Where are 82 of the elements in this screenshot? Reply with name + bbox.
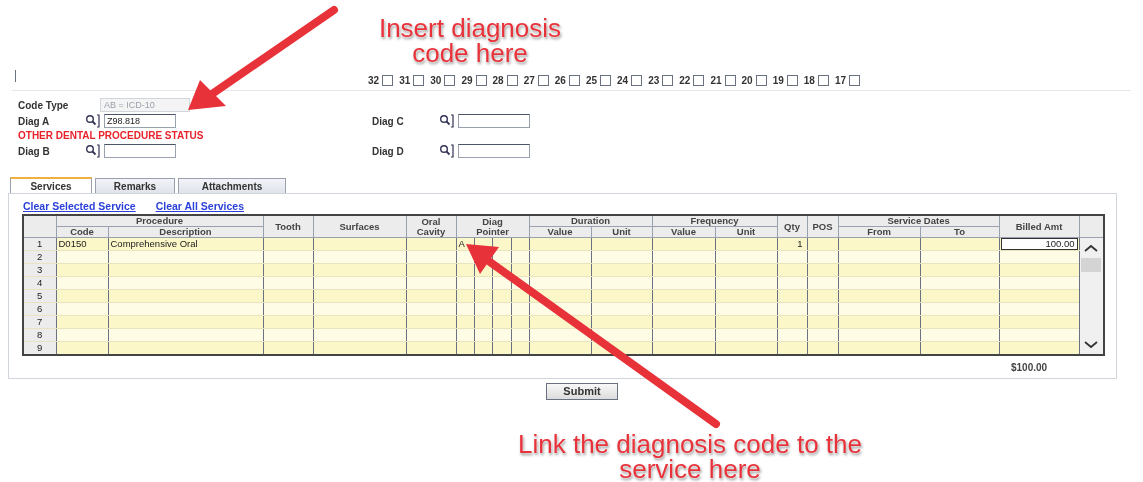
tooth-number: 28: [492, 73, 504, 88]
diagnosis-field[interactable]: [104, 144, 176, 158]
checkbox[interactable]: [506, 74, 518, 86]
field-label: Diag D: [372, 144, 405, 159]
scroll-up-icon[interactable]: [1083, 244, 1100, 253]
checkbox[interactable]: [724, 74, 736, 86]
checkbox[interactable]: [755, 74, 767, 86]
field-label: Diag C: [372, 114, 405, 129]
scrollbar-thumb[interactable]: [1081, 258, 1102, 272]
checkbox[interactable]: [849, 74, 860, 86]
checkbox[interactable]: [662, 74, 674, 86]
column-header: Surfaces: [313, 215, 406, 238]
field-label: Code Type: [18, 98, 70, 113]
checkbox[interactable]: [786, 74, 798, 86]
table-cell: D0150: [58, 238, 87, 249]
search-icon[interactable]: [85, 114, 100, 128]
tooth-number: 26: [554, 73, 566, 88]
tooth-number: 25: [585, 73, 597, 88]
column-header: Duration: [529, 215, 652, 227]
tooth-number: 19: [772, 73, 784, 88]
tooth-number: 30: [430, 73, 442, 88]
submit-button[interactable]: Submit: [546, 383, 618, 400]
tab[interactable]: Remarks: [95, 178, 175, 193]
diagnosis-description: OTHER DENTAL PROCEDURE STATUS: [18, 129, 205, 143]
search-icon[interactable]: [439, 144, 454, 158]
checkbox[interactable]: [475, 74, 487, 86]
column-header: Procedure: [56, 215, 263, 227]
column-header: Billed Amt: [999, 215, 1080, 238]
column-header: Description: [108, 226, 263, 238]
column-header: Service Dates: [838, 215, 1000, 227]
checkbox[interactable]: [631, 74, 643, 86]
tooth-number: 23: [648, 73, 660, 88]
column-header: Unit: [591, 226, 652, 238]
checkbox[interactable]: [817, 74, 829, 86]
diagnosis-field[interactable]: [458, 144, 530, 158]
column-header: Qty: [777, 215, 808, 238]
billed-amount-field[interactable]: 100.00: [1000, 238, 1078, 250]
diagnosis-field[interactable]: [458, 114, 530, 128]
tab[interactable]: Services: [10, 177, 92, 193]
callout-text: Insert diagnosis code here: [377, 16, 563, 66]
checkbox[interactable]: [444, 74, 456, 86]
column-header: Value: [652, 226, 715, 238]
search-icon[interactable]: [85, 144, 100, 158]
tooth-number: 32: [368, 73, 380, 88]
column-header: Code: [56, 226, 108, 238]
diag-pointer: A: [458, 238, 465, 249]
field-label: Diag B: [18, 144, 51, 159]
table-cell: 1: [797, 238, 803, 249]
column-header: Frequency: [652, 215, 778, 227]
checkbox[interactable]: [537, 74, 549, 86]
tooth-number: 20: [741, 73, 753, 88]
tooth-number: 29: [461, 73, 473, 88]
tab[interactable]: Attachments: [178, 178, 286, 193]
tooth-number: 31: [399, 73, 411, 88]
column-header: From: [838, 226, 921, 238]
link[interactable]: Clear All Services: [155, 199, 244, 214]
tooth-number: 22: [679, 73, 691, 88]
link[interactable]: Clear Selected Service: [23, 199, 136, 214]
search-icon[interactable]: [439, 114, 454, 128]
column-header: Tooth: [263, 215, 313, 238]
diagnosis-field[interactable]: Z98.818: [104, 114, 176, 128]
tooth-number: 27: [523, 73, 535, 88]
tooth-number: 24: [617, 73, 629, 88]
checkbox[interactable]: [413, 74, 425, 86]
callout-text: Link the diagnosis code to the service here: [517, 432, 863, 482]
tooth-number: 21: [710, 73, 722, 88]
column-header: Value: [529, 226, 591, 238]
checkbox[interactable]: [568, 74, 580, 86]
column-header: To: [920, 226, 1000, 238]
checkbox[interactable]: [693, 74, 705, 86]
checkbox[interactable]: [600, 74, 611, 86]
field-label: Diag A: [18, 114, 51, 129]
column-header: Diag Pointer: [456, 215, 529, 238]
scroll-down-icon[interactable]: [1083, 340, 1100, 349]
tooth-number: 17: [834, 73, 846, 88]
tooth-number: 18: [803, 73, 815, 88]
table-cell: Comprehensive Oral: [110, 238, 198, 249]
total-amount: $100.00: [1011, 361, 1048, 375]
checkbox[interactable]: [382, 74, 394, 86]
column-header: POS: [807, 215, 839, 238]
column-header: Oral Cavity: [406, 215, 456, 238]
column-header: Unit: [715, 226, 778, 238]
